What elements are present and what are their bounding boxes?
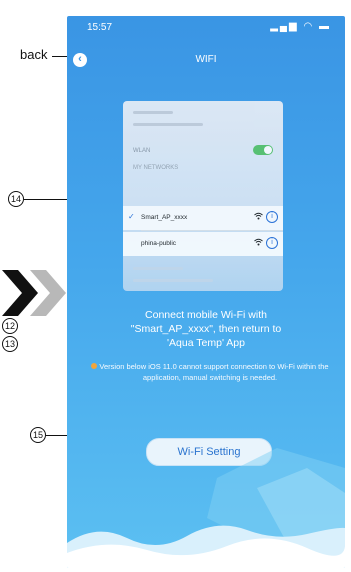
battery-icon: ▬ <box>319 21 331 32</box>
preview-placeholder-line <box>133 279 213 282</box>
preview-section-label: MY NETWORKS <box>133 165 179 171</box>
back-annotation-label: back <box>20 47 48 62</box>
instruction-line-2: "Smart_AP_xxxx", then return to <box>130 323 282 335</box>
info-icon: i <box>266 211 278 223</box>
page-title: WIFI <box>195 54 217 65</box>
annotation-15: 15 <box>30 427 46 443</box>
note-text: Version below iOS 11.0 cannot support co… <box>99 362 329 382</box>
chevron-right-icon <box>2 270 66 316</box>
preview-placeholder-line <box>133 111 173 114</box>
network-ssid: Smart_AP_xxxx <box>141 214 188 221</box>
preview-wlan-label: WLAN <box>133 148 151 154</box>
status-icons: ▂▄▆ ◠ ▬ <box>270 21 331 32</box>
decorative-waves <box>67 448 345 568</box>
check-icon: ✓ <box>128 212 135 221</box>
network-row-selected: ✓ Smart_AP_xxxx i <box>123 206 283 230</box>
signal-icon: ▂▄▆ <box>270 21 299 32</box>
annotation-12: 12 <box>2 318 18 334</box>
wifi-status-icon: ◠ <box>303 21 315 32</box>
row-divider <box>141 230 283 231</box>
wifi-icon <box>254 238 263 248</box>
instruction-line-1: Connect mobile Wi-Fi with <box>145 309 267 321</box>
annotation-13: 13 <box>2 336 18 352</box>
instruction-line-3: 'Aqua Temp' App <box>167 337 245 349</box>
status-time: 15:57 <box>87 22 113 33</box>
info-icon: i <box>266 237 278 249</box>
warning-dot-icon <box>91 363 98 369</box>
preview-placeholder-line <box>133 123 203 126</box>
network-row: phina-public i <box>123 232 283 256</box>
wifi-icon <box>254 212 263 222</box>
ios-version-note: Version below iOS 11.0 cannot support co… <box>85 361 335 383</box>
annotation-14: 14 <box>8 191 24 207</box>
phone-screen: 15:57 ▂▄▆ ◠ ▬ ‹ WIFI WLAN MY NETWORKS ✓ … <box>67 16 345 568</box>
wifi-settings-preview: WLAN MY NETWORKS ✓ Smart_AP_xxxx i phina… <box>123 101 283 291</box>
preview-placeholder-line <box>133 267 183 270</box>
wlan-toggle <box>253 145 273 155</box>
network-ssid: phina-public <box>141 240 177 247</box>
instruction-message: Connect mobile Wi-Fi with "Smart_AP_xxxx… <box>67 308 345 350</box>
